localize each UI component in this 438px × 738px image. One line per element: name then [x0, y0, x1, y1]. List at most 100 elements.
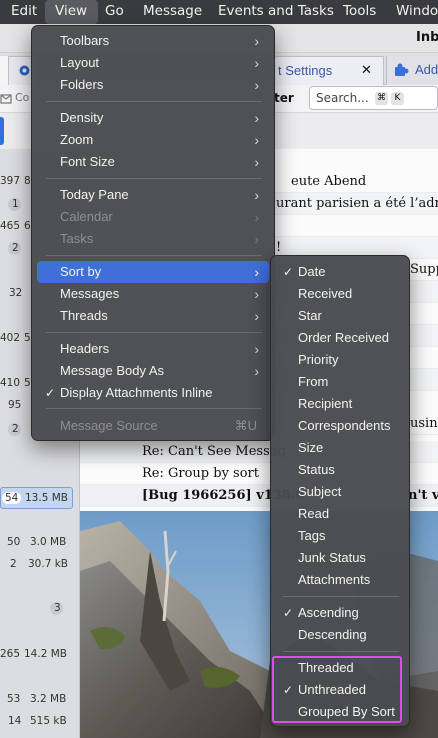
sort-item-date[interactable]: ✓ Date: [275, 261, 407, 283]
folder-row-selected[interactable]: 54 13.5 MB: [0, 487, 73, 509]
sort-order-descending[interactable]: Descending: [275, 624, 407, 646]
menu-item-toolbars[interactable]: Toolbars ›: [37, 30, 269, 52]
sort-item-priority[interactable]: Priority: [275, 349, 407, 371]
folder-count: 265: [0, 648, 21, 660]
chevron-right-icon: ›: [254, 308, 259, 324]
menu-separator: [46, 178, 262, 179]
folder-count: 402: [0, 332, 21, 344]
chevron-right-icon: ›: [254, 154, 259, 170]
gear-icon: [19, 65, 30, 76]
chevron-right-icon: ›: [254, 363, 259, 379]
tab-settings-label: t Settings: [278, 63, 333, 78]
chevron-right-icon: ›: [254, 264, 259, 280]
menubar: Edit View Go Message Events and Tasks To…: [0, 0, 438, 24]
sort-item-tags[interactable]: Tags: [275, 525, 407, 547]
chevron-right-icon: ›: [254, 187, 259, 203]
chevron-right-icon: ›: [254, 209, 259, 225]
sort-item-attachments[interactable]: Attachments: [275, 569, 407, 591]
menu-item-display-attachments-inline[interactable]: ✓ Display Attachments Inline: [37, 382, 269, 404]
menu-window[interactable]: Window: [396, 3, 438, 19]
sort-item-junk-status[interactable]: Junk Status: [275, 547, 407, 569]
tab-addons-label: Add: [415, 62, 438, 77]
annotation-highlight-box: [272, 656, 402, 723]
puzzle-icon: [395, 63, 409, 76]
menu-item-zoom[interactable]: Zoom ›: [37, 129, 269, 151]
menu-item-threads[interactable]: Threads ›: [37, 305, 269, 327]
menu-separator: [283, 651, 399, 652]
sort-item-size[interactable]: Size: [275, 437, 407, 459]
menu-item-tasks: Tasks ›: [37, 228, 269, 250]
folder-count: 465: [0, 220, 21, 232]
folder-count: 1: [12, 198, 19, 210]
sort-item-star[interactable]: Star: [275, 305, 407, 327]
chevron-right-icon: ›: [254, 77, 259, 93]
menu-item-calendar: Calendar ›: [37, 206, 269, 228]
filter-label: ter: [274, 91, 294, 105]
chevron-right-icon: ›: [254, 341, 259, 357]
folder-title: Inb: [416, 30, 438, 45]
menu-go[interactable]: Go: [105, 3, 124, 19]
chevron-right-icon: ›: [254, 110, 259, 126]
folder-count: 14: [8, 715, 22, 727]
folder-count: 2: [12, 423, 19, 435]
chevron-right-icon: ›: [254, 231, 259, 247]
menu-events-and-tasks[interactable]: Events and Tasks: [218, 3, 334, 19]
sort-item-from[interactable]: From: [275, 371, 407, 393]
selection-indicator: [0, 117, 4, 145]
menu-item-sort-by[interactable]: Sort by ›: [37, 261, 269, 283]
menu-item-headers[interactable]: Headers ›: [37, 338, 269, 360]
chevron-right-icon: ›: [254, 286, 259, 302]
folder-count: 95: [8, 399, 22, 411]
sort-item-order-received[interactable]: Order Received: [275, 327, 407, 349]
menu-view[interactable]: View: [45, 0, 98, 24]
sort-item-correspondents[interactable]: Correspondents: [275, 415, 407, 437]
sort-item-read[interactable]: Read: [275, 503, 407, 525]
sort-item-recipient[interactable]: Recipient: [275, 393, 407, 415]
checkmark-icon: ✓: [283, 265, 294, 279]
menu-tools[interactable]: Tools: [343, 3, 376, 19]
menu-item-today-pane[interactable]: Today Pane ›: [37, 184, 269, 206]
checkmark-icon: ✓: [45, 386, 56, 400]
folder-count: 3: [54, 602, 61, 614]
folder-count: 410: [0, 377, 21, 389]
close-icon[interactable]: ✕: [361, 63, 372, 78]
sort-order-ascending[interactable]: ✓ Ascending: [275, 602, 407, 624]
chevron-right-icon: ›: [254, 132, 259, 148]
search-input[interactable]: Search... ⌘ K: [309, 86, 438, 110]
sort-item-status[interactable]: Status: [275, 459, 407, 481]
menu-item-message-source: Message Source ⌘U: [37, 415, 269, 437]
folder-count: 2: [12, 242, 19, 254]
menu-separator: [46, 255, 262, 256]
menu-message[interactable]: Message: [143, 3, 202, 19]
shortcut-label: ⌘U: [234, 418, 257, 433]
menu-separator: [283, 596, 399, 597]
tab-settings[interactable]: t Settings ✕: [274, 56, 384, 85]
kbd-k: K: [391, 92, 404, 105]
view-menu: Toolbars › Layout › Folders › Density › Zoom…: [31, 25, 275, 441]
checkmark-icon: ✓: [283, 606, 294, 620]
search-placeholder: Search...: [316, 91, 369, 105]
folder-count: 2: [10, 558, 17, 570]
sort-item-subject[interactable]: Subject: [275, 481, 407, 503]
sort-item-received[interactable]: Received: [275, 283, 407, 305]
folder-count: 397: [0, 175, 21, 187]
menu-item-message-body-as[interactable]: Message Body As ›: [37, 360, 269, 382]
menu-edit[interactable]: Edit: [11, 3, 37, 19]
compose-label: Co: [15, 91, 30, 104]
menu-separator: [46, 408, 262, 409]
folder-count: 32: [9, 287, 23, 299]
chevron-right-icon: ›: [254, 33, 259, 49]
folder-count: 50: [7, 536, 21, 548]
tab-addons[interactable]: Add: [386, 56, 438, 85]
menu-separator: [46, 332, 262, 333]
menu-item-layout[interactable]: Layout ›: [37, 52, 269, 74]
menu-item-density[interactable]: Density ›: [37, 107, 269, 129]
menu-item-folders[interactable]: Folders ›: [37, 74, 269, 96]
compose-icon[interactable]: [0, 92, 13, 105]
menu-item-messages[interactable]: Messages ›: [37, 283, 269, 305]
chevron-right-icon: ›: [254, 55, 259, 71]
menu-separator: [46, 101, 262, 102]
menu-item-font-size[interactable]: Font Size ›: [37, 151, 269, 173]
folder-count: 53: [7, 693, 21, 705]
kbd-cmd: ⌘: [375, 92, 388, 105]
